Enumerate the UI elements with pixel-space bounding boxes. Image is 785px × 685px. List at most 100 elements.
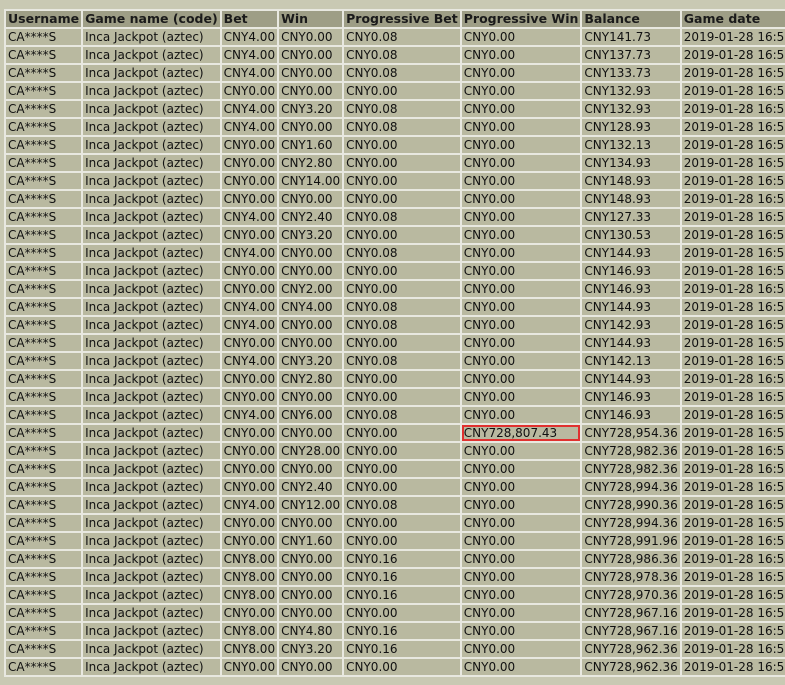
cell-game-name: Inca Jackpot (aztec) xyxy=(83,389,220,405)
cell-win: CNY1.60 xyxy=(279,533,343,549)
table-row: CA****S Inca Jackpot (aztec) CNY4.00 CNY12.… xyxy=(6,497,785,513)
cell-bet: CNY0.00 xyxy=(221,533,278,549)
table-row: CA****S Inca Jackpot (aztec) CNY4.00 CNY0.0… xyxy=(6,29,785,45)
cell-username: CA****S xyxy=(6,65,82,81)
table-row: CA****S Inca Jackpot (aztec) CNY0.00 CNY14.… xyxy=(6,173,785,189)
table-row: CA****S Inca Jackpot (aztec) CNY0.00 CNY2.4… xyxy=(6,479,785,495)
cell-username: CA****S xyxy=(6,569,82,585)
cell-username: CA****S xyxy=(6,353,82,369)
cell-balance: CNY127.33 xyxy=(582,209,680,225)
cell-win: CNY3.20 xyxy=(279,101,343,117)
cell-username: CA****S xyxy=(6,281,82,297)
cell-progressive-bet: CNY0.00 xyxy=(344,281,460,297)
cell-progressive-win: CNY0.00 xyxy=(461,173,581,189)
table-row: CA****S Inca Jackpot (aztec) CNY0.00 CNY0.0… xyxy=(6,425,785,441)
cell-balance: CNY144.93 xyxy=(582,335,680,351)
cell-game-date: 2019-01-28 16:58:46 xyxy=(681,281,785,297)
cell-game-date: 2019-01-28 16:59:49 xyxy=(681,587,785,603)
table-row: CA****S Inca Jackpot (aztec) CNY4.00 CNY4.0… xyxy=(6,299,785,315)
cell-balance: CNY728,970.36 xyxy=(582,587,680,603)
cell-balance: CNY142.93 xyxy=(582,317,680,333)
cell-game-date: 2019-01-28 16:59:57 xyxy=(681,641,785,657)
cell-balance: CNY728,962.36 xyxy=(582,641,680,657)
cell-bet: CNY8.00 xyxy=(221,569,278,585)
cell-balance: CNY728,954.36 xyxy=(582,425,680,441)
cell-progressive-win: CNY0.00 xyxy=(461,569,581,585)
cell-game-name: Inca Jackpot (aztec) xyxy=(83,47,220,63)
cell-bet: CNY4.00 xyxy=(221,245,278,261)
column-header-progressive-win: Progressive Win xyxy=(461,11,581,27)
cell-game-name: Inca Jackpot (aztec) xyxy=(83,101,220,117)
cell-progressive-win: CNY0.00 xyxy=(461,407,581,423)
cell-progressive-win: CNY0.00 xyxy=(461,659,581,675)
cell-game-name: Inca Jackpot (aztec) xyxy=(83,605,220,621)
cell-game-date: 2019-01-28 16:58:26 xyxy=(681,209,785,225)
cell-balance: CNY133.73 xyxy=(582,65,680,81)
cell-bet: CNY4.00 xyxy=(221,497,278,513)
cell-progressive-bet: CNY0.08 xyxy=(344,101,460,117)
cell-progressive-bet: CNY0.08 xyxy=(344,65,460,81)
cell-username: CA****S xyxy=(6,119,82,135)
table-body: CA****S Inca Jackpot (aztec) CNY4.00 CNY0.0… xyxy=(6,29,785,675)
cell-username: CA****S xyxy=(6,371,82,387)
cell-bet: CNY0.00 xyxy=(221,425,278,441)
cell-balance: CNY142.13 xyxy=(582,353,680,369)
cell-game-name: Inca Jackpot (aztec) xyxy=(83,65,220,81)
cell-username: CA****S xyxy=(6,191,82,207)
cell-bet: CNY4.00 xyxy=(221,47,278,63)
cell-bet: CNY8.00 xyxy=(221,641,278,657)
cell-progressive-bet: CNY0.00 xyxy=(344,461,460,477)
cell-username: CA****S xyxy=(6,497,82,513)
table-row: CA****S Inca Jackpot (aztec) CNY4.00 CNY0.0… xyxy=(6,317,785,333)
cell-win: CNY0.00 xyxy=(279,245,343,261)
cell-progressive-win: CNY0.00 xyxy=(461,47,581,63)
game-history-panel: Username Game name (code) Bet Win Progressiv… xyxy=(4,9,785,677)
cell-username: CA****S xyxy=(6,443,82,459)
cell-win: CNY3.20 xyxy=(279,353,343,369)
cell-bet: CNY0.00 xyxy=(221,389,278,405)
cell-progressive-bet: CNY0.08 xyxy=(344,209,460,225)
table-row: CA****S Inca Jackpot (aztec) CNY8.00 CNY4.8… xyxy=(6,623,785,639)
cell-progressive-bet: CNY0.00 xyxy=(344,479,460,495)
cell-progressive-bet: CNY0.16 xyxy=(344,641,460,657)
cell-game-name: Inca Jackpot (aztec) xyxy=(83,425,220,441)
cell-progressive-win: CNY0.00 xyxy=(461,335,581,351)
table-row: CA****S Inca Jackpot (aztec) CNY4.00 CNY0.0… xyxy=(6,119,785,135)
cell-game-date: 2019-01-28 16:59:28 xyxy=(681,533,785,549)
cell-game-date: 2019-01-28 16:58:18 xyxy=(681,101,785,117)
cell-balance: CNY130.53 xyxy=(582,227,680,243)
cell-game-date: 2019-01-28 16:58:26 xyxy=(681,191,785,207)
cell-progressive-bet: CNY0.16 xyxy=(344,569,460,585)
cell-win: CNY1.60 xyxy=(279,137,343,153)
cell-win: CNY4.80 xyxy=(279,623,343,639)
cell-progressive-win: CNY0.00 xyxy=(461,299,581,315)
cell-progressive-bet: CNY0.00 xyxy=(344,605,460,621)
table-row: CA****S Inca Jackpot (aztec) CNY0.00 CNY0.0… xyxy=(6,461,785,477)
cell-balance: CNY144.93 xyxy=(582,245,680,261)
cell-game-name: Inca Jackpot (aztec) xyxy=(83,209,220,225)
cell-progressive-win: CNY0.00 xyxy=(461,371,581,387)
cell-win: CNY2.00 xyxy=(279,281,343,297)
cell-username: CA****S xyxy=(6,605,82,621)
cell-bet: CNY4.00 xyxy=(221,407,278,423)
cell-username: CA****S xyxy=(6,101,82,117)
cell-progressive-bet: CNY0.00 xyxy=(344,227,460,243)
cell-game-date: 2019-01-28 16:59:57 xyxy=(681,659,785,675)
cell-game-date: 2019-01-28 16:58:26 xyxy=(681,227,785,243)
cell-progressive-win: CNY0.00 xyxy=(461,551,581,567)
cell-progressive-win: CNY0.00 xyxy=(461,353,581,369)
cell-username: CA****S xyxy=(6,515,82,531)
table-row: CA****S Inca Jackpot (aztec) CNY0.00 CNY0.0… xyxy=(6,389,785,405)
cell-progressive-win: CNY0.00 xyxy=(461,245,581,261)
cell-bet: CNY4.00 xyxy=(221,119,278,135)
cell-progressive-win: CNY0.00 xyxy=(461,623,581,639)
table-row: CA****S Inca Jackpot (aztec) CNY4.00 CNY0.0… xyxy=(6,47,785,63)
cell-progressive-win: CNY0.00 xyxy=(461,587,581,603)
table-header-row: Username Game name (code) Bet Win Progressiv… xyxy=(6,11,785,27)
cell-progressive-win: CNY0.00 xyxy=(461,263,581,279)
cell-progressive-bet: CNY0.08 xyxy=(344,407,460,423)
cell-username: CA****S xyxy=(6,155,82,171)
cell-game-name: Inca Jackpot (aztec) xyxy=(83,659,220,675)
cell-game-date: 2019-01-28 16:59:15 xyxy=(681,443,785,459)
cell-win: CNY0.00 xyxy=(279,389,343,405)
